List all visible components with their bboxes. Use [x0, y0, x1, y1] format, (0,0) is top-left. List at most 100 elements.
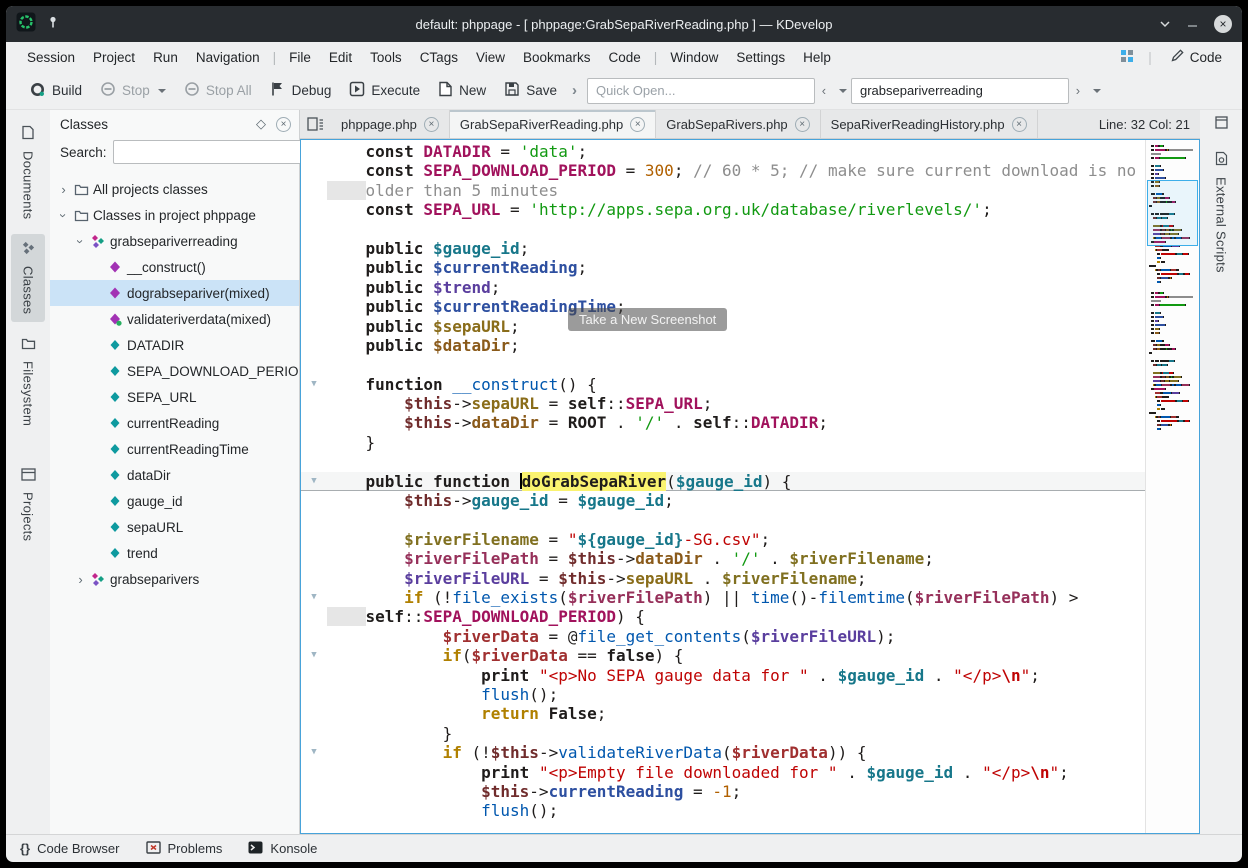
minimize-window-icon[interactable] [1187, 15, 1198, 33]
dock-tab-external-scripts[interactable]: External Scripts [1205, 144, 1237, 280]
code-line[interactable]: flush(); [301, 685, 1145, 704]
expander-collapsed-icon[interactable]: › [73, 572, 88, 587]
code-line[interactable] [301, 220, 1145, 239]
menu-bookmarks[interactable]: Bookmarks [514, 46, 600, 69]
code-line[interactable]: public $trend; [301, 278, 1145, 297]
editor-tab-separiverreadinghistory-php[interactable]: SepaRiverReadingHistory.php× [821, 110, 1038, 138]
code-line[interactable]: return False; [301, 704, 1145, 723]
code-line[interactable]: $this->currentReading = -1; [301, 782, 1145, 801]
class-search-input[interactable] [113, 140, 303, 164]
stop-button[interactable]: Stop [91, 76, 175, 105]
tab-close-icon[interactable]: × [1012, 117, 1027, 132]
menu-run[interactable]: Run [144, 46, 187, 69]
toolbar-search-input[interactable] [851, 78, 1069, 104]
code-line[interactable]: print "<p>Empty file downloaded for " . … [301, 763, 1145, 782]
editor-tab-phppage-php[interactable]: phppage.php× [331, 110, 450, 138]
code-line[interactable] [301, 355, 1145, 374]
fold-marker-icon[interactable]: ▼ [301, 375, 327, 394]
tab-close-icon[interactable]: × [424, 117, 439, 132]
code-line[interactable]: const DATADIR = 'data'; [301, 142, 1145, 161]
editor-tab-grabsepariverreading-php[interactable]: GrabSepaRiverReading.php× [450, 110, 656, 138]
tree-item-currentreadingtime[interactable]: currentReadingTime [50, 436, 299, 462]
working-set-grid-icon[interactable] [1120, 48, 1138, 67]
detach-toolview-icon[interactable]: ◇ [256, 116, 266, 132]
code-line[interactable]: $riverFilePath = $this->dataDir . '/' . … [301, 549, 1145, 568]
menu-view[interactable]: View [467, 46, 514, 69]
tab-close-icon[interactable]: × [630, 117, 645, 132]
tree-item-grabseparivers[interactable]: ›grabseparivers [50, 566, 299, 592]
minimap-scrollbar[interactable] [1145, 140, 1199, 833]
code-line[interactable]: const SEPA_DOWNLOAD_PERIOD = 300; // 60 … [301, 161, 1145, 180]
tree-item-currentreading[interactable]: currentReading [50, 410, 299, 436]
quick-open-input[interactable] [587, 78, 815, 104]
dock-tab-classes[interactable]: Classes [11, 234, 45, 321]
close-toolview-icon[interactable]: × [276, 117, 291, 132]
code-line[interactable]: $this->gauge_id = $gauge_id; [301, 491, 1145, 510]
build-button[interactable]: Build [20, 76, 91, 106]
fold-marker-icon[interactable]: ▼ [301, 646, 327, 665]
menu-settings[interactable]: Settings [727, 46, 794, 69]
menu-code[interactable]: Code [600, 46, 650, 69]
fold-marker-icon[interactable]: ▼ [301, 588, 327, 607]
expander-expanded-icon[interactable]: › [56, 208, 71, 223]
new-button[interactable]: New [429, 76, 495, 105]
code-line[interactable]: ▼ if (!$this->validateRiverData($riverDa… [301, 743, 1145, 762]
dock-tab-projects[interactable]: Projects [11, 461, 45, 548]
editor-tab-grabseparivers-php[interactable]: GrabSepaRivers.php× [656, 110, 820, 138]
code-line[interactable]: public $dataDir; [301, 336, 1145, 355]
pin-icon[interactable] [46, 15, 60, 34]
minimap-viewport[interactable] [1147, 180, 1198, 246]
tree-item-sepa-url[interactable]: SEPA_URL [50, 384, 299, 410]
dock-tab-filesystem[interactable]: Filesystem [11, 330, 45, 433]
code-line-current[interactable]: ▼ public function doGrabSepaRiver($gauge… [301, 472, 1145, 491]
problems-button[interactable]: Problems [146, 841, 223, 857]
stop-all-button[interactable]: Stop All [175, 76, 261, 105]
menu-project[interactable]: Project [84, 46, 144, 69]
expander-collapsed-icon[interactable]: › [56, 182, 71, 197]
shade-window-icon[interactable] [1159, 15, 1171, 33]
fold-marker-icon[interactable]: ▼ [301, 472, 327, 491]
code-line[interactable]: } [301, 433, 1145, 452]
close-window-icon[interactable]: × [1214, 15, 1232, 33]
code-line[interactable]: } [301, 724, 1145, 743]
code-line[interactable]: print "<p>No SEPA gauge data for " . $ga… [301, 666, 1145, 685]
code-line[interactable]: $this->dataDir = ROOT . '/' . self::DATA… [301, 413, 1145, 432]
tree-item-gauge-id[interactable]: gauge_id [50, 488, 299, 514]
expander-expanded-icon[interactable]: › [73, 234, 88, 249]
code-line[interactable]: self::SEPA_DOWNLOAD_PERIOD) { [301, 607, 1145, 626]
tree-item-datadir[interactable]: DATADIR [50, 332, 299, 358]
code-line[interactable]: ▼ function __construct() { [301, 375, 1145, 394]
prev-match-icon[interactable]: ‹ [815, 80, 833, 102]
tree-item-sepaurl[interactable]: sepaURL [50, 514, 299, 540]
toolbar-expand-chevron-icon[interactable]: › [566, 82, 583, 99]
next-match-icon[interactable]: › [1069, 80, 1087, 102]
code-line[interactable]: $riverFileURL = $this->sepaURL . $riverF… [301, 569, 1145, 588]
tree-item-validateriverdata-mixed[interactable]: validateriverdata(mixed) [50, 306, 299, 332]
code-line[interactable]: flush(); [301, 801, 1145, 820]
tree-item-construct[interactable]: __construct() [50, 254, 299, 280]
code-editor[interactable]: const DATADIR = 'data'; const SEPA_DOWNL… [300, 139, 1200, 834]
quick-open-dropdown-icon[interactable] [833, 80, 851, 102]
tree-item-datadir[interactable]: dataDir [50, 462, 299, 488]
menu-help[interactable]: Help [794, 46, 840, 69]
menu-edit[interactable]: Edit [320, 46, 361, 69]
execute-button[interactable]: Execute [340, 76, 429, 105]
code-line[interactable]: $this->sepaURL = self::SEPA_URL; [301, 394, 1145, 413]
stop-dropdown-icon[interactable] [158, 89, 166, 93]
tab-close-icon[interactable]: × [795, 117, 810, 132]
tree-item-classes-in-project-phppage[interactable]: ›Classes in project phppage [50, 202, 299, 228]
debug-button[interactable]: Debug [261, 76, 341, 105]
code-browser-button[interactable]: {} Code Browser [20, 841, 120, 856]
menu-file[interactable]: File [280, 46, 320, 69]
menu-ctags[interactable]: CTags [411, 46, 467, 69]
menu-window[interactable]: Window [661, 46, 727, 69]
tree-item-dograbsepariver-mixed[interactable]: dograbsepariver(mixed) [50, 280, 299, 306]
dock-corner-icon[interactable] [1215, 116, 1228, 134]
konsole-button[interactable]: Konsole [248, 841, 317, 857]
save-button[interactable]: Save [495, 76, 566, 105]
code-line[interactable] [301, 452, 1145, 471]
code-line[interactable]: ▼ if (!file_exists($riverFilePath) || ti… [301, 588, 1145, 607]
tree-item-sepa-download-period[interactable]: SEPA_DOWNLOAD_PERIOD [50, 358, 299, 384]
code-line[interactable] [301, 510, 1145, 529]
document-list-icon[interactable] [300, 117, 331, 132]
